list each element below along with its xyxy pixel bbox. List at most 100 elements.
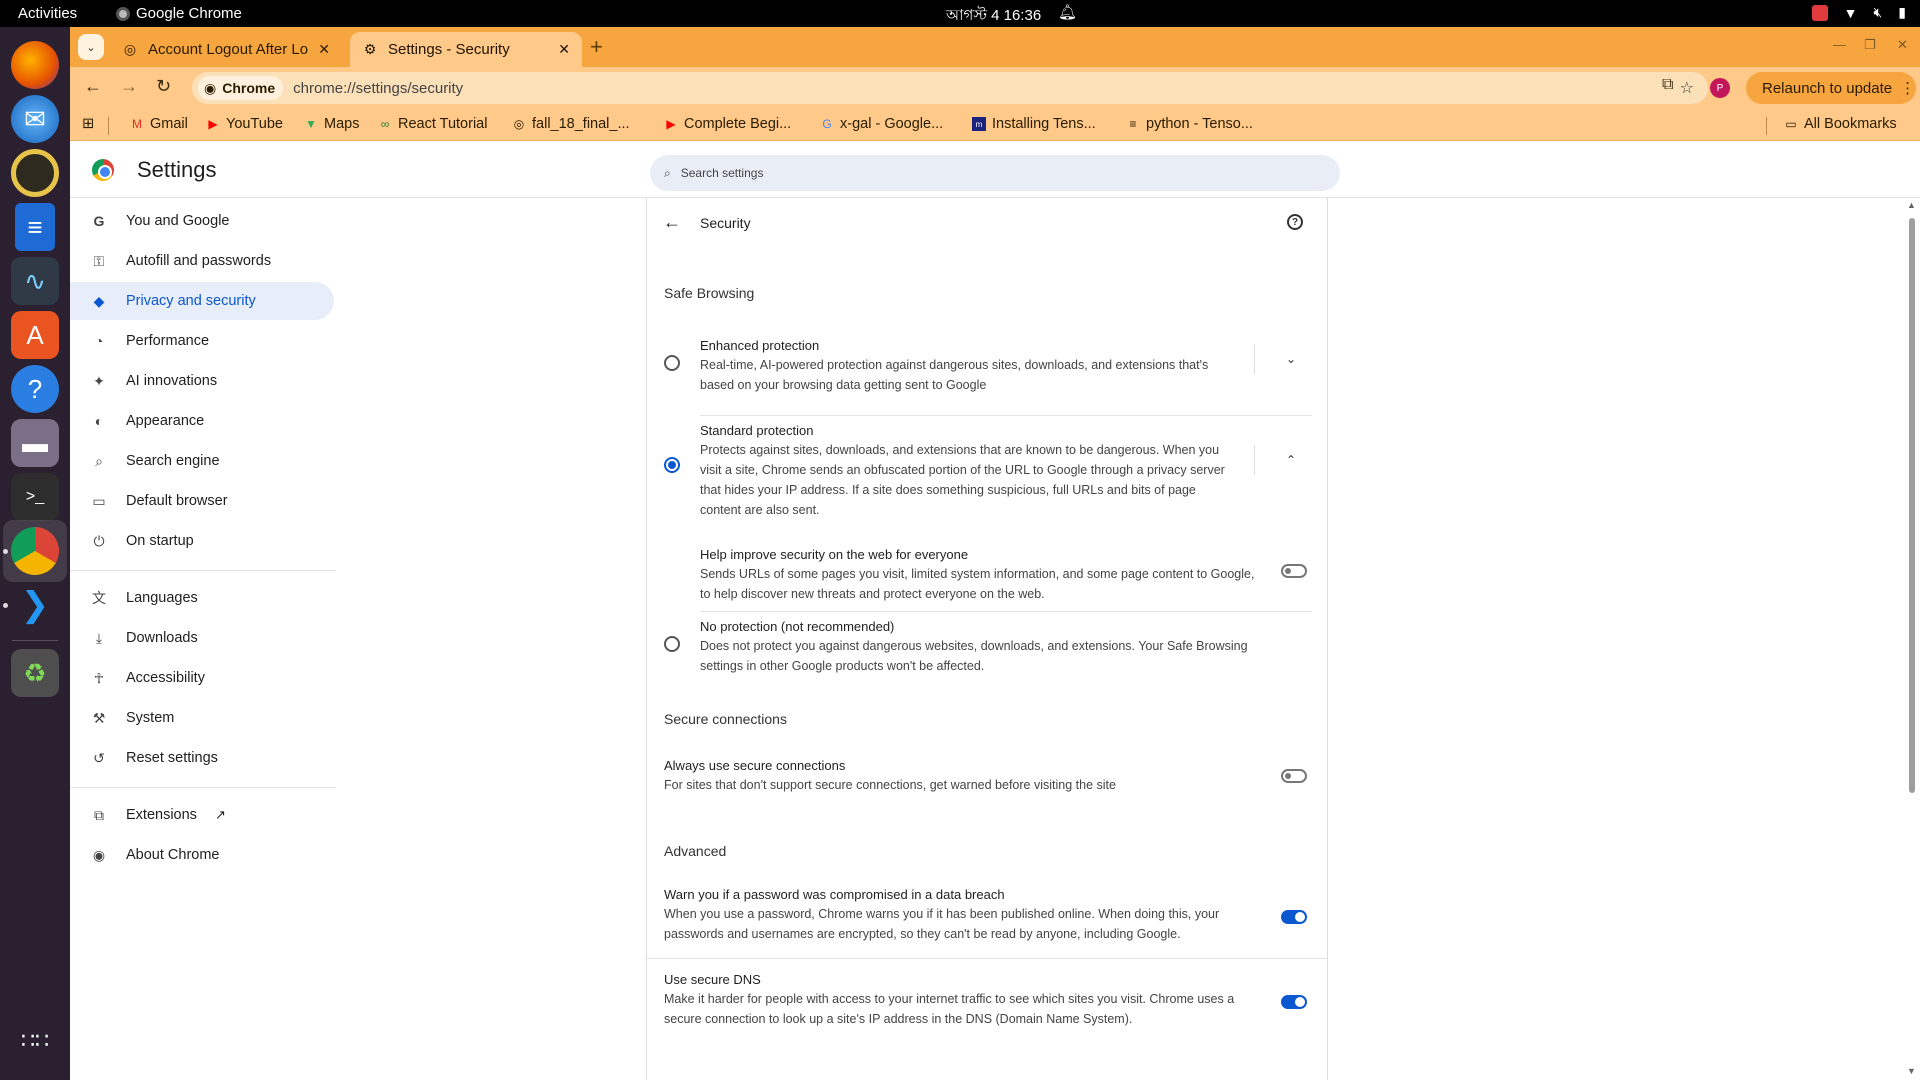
sidebar-item-search-engine[interactable]: ⌕ Search engine: [70, 442, 334, 480]
sidebar-item-autofill[interactable]: ⚿ Autofill and passwords: [70, 242, 334, 280]
bookmark-react-tutorial[interactable]: ∞ React Tutorial: [378, 116, 488, 132]
reload-icon[interactable]: ↻: [156, 76, 171, 97]
scrollbar-thumb[interactable]: [1909, 218, 1915, 793]
sidebar-item-downloads[interactable]: ⤓ Downloads: [70, 619, 334, 657]
no-protection-radio[interactable]: [664, 636, 680, 652]
site-info-chip[interactable]: ◉ Chrome: [198, 76, 284, 100]
tab-settings-security[interactable]: ⚙ Settings - Security ✕: [350, 32, 582, 67]
bookmark-maps[interactable]: ▼ Maps: [304, 116, 359, 132]
bookmark-youtube[interactable]: ▶ YouTube: [206, 116, 283, 132]
clock[interactable]: আগস্ট 4 16:36: [946, 4, 1041, 29]
sidebar-item-label: Appearance: [126, 413, 205, 429]
tab-title: Settings - Security: [388, 41, 510, 58]
sidebar-item-appearance[interactable]: ◐ Appearance: [70, 402, 334, 440]
search-input[interactable]: [680, 166, 1281, 180]
search-settings-box[interactable]: ⌕: [650, 155, 1340, 191]
rhythmbox-icon[interactable]: [11, 149, 59, 197]
screen-record-icon: [1811, 4, 1828, 21]
sidebar-item-you-and-google[interactable]: G You and Google: [70, 202, 334, 240]
files-icon[interactable]: ▬: [11, 419, 59, 467]
tab-search-button[interactable]: ⌄: [78, 34, 104, 60]
help-icon[interactable]: ?: [11, 365, 59, 413]
activities-button[interactable]: Activities: [18, 5, 77, 22]
extensions-puzzle-icon[interactable]: ⧉: [1662, 76, 1673, 94]
secure-dns-row[interactable]: Use secure DNS Make it harder for people…: [647, 972, 1327, 1032]
relaunch-button[interactable]: Relaunch to update ⋮: [1746, 72, 1916, 104]
profile-avatar[interactable]: P: [1710, 78, 1730, 98]
help-icon[interactable]: ?: [1287, 214, 1303, 230]
all-bookmarks-button[interactable]: ▭ All Bookmarks: [1784, 116, 1896, 132]
help-improve-toggle[interactable]: [1281, 564, 1307, 578]
vscode-icon[interactable]: ❯: [11, 581, 59, 629]
sidebar-item-label: Autofill and passwords: [126, 253, 272, 269]
sidebar-item-default-browser[interactable]: ▭ Default browser: [70, 482, 334, 520]
breach-warning-row[interactable]: Warn you if a password was compromised i…: [647, 887, 1327, 947]
wrench-icon: ⚒: [92, 709, 106, 726]
scroll-up-arrow[interactable]: ▲: [1907, 200, 1916, 210]
close-icon[interactable]: ✕: [318, 41, 330, 58]
show-apps-icon[interactable]: ∷∷: [11, 1017, 59, 1065]
forward-icon[interactable]: →: [120, 76, 138, 97]
secure-dns-toggle[interactable]: [1281, 995, 1307, 1009]
bookmark-star-icon[interactable]: ☆: [1680, 78, 1694, 98]
sidebar-item-privacy[interactable]: ◆ Privacy and security: [70, 282, 334, 320]
bookmark-gmail[interactable]: M Gmail: [130, 116, 188, 132]
row-description: For sites that don't support secure conn…: [664, 778, 1116, 792]
minimize-icon[interactable]: —: [1833, 37, 1846, 52]
settings-sidebar: G You and Google ⚿ Autofill and passwords …: [70, 198, 350, 1078]
trash-icon[interactable]: ♻: [11, 649, 59, 697]
standard-protection-radio[interactable]: [664, 457, 680, 473]
sidebar-item-ai-innovations[interactable]: ✦ AI innovations: [70, 362, 334, 400]
thunderbird-icon[interactable]: ✉: [11, 95, 59, 143]
breach-warning-toggle[interactable]: [1281, 910, 1307, 924]
terminal-icon[interactable]: >_: [11, 473, 59, 521]
scroll-down-arrow[interactable]: ▼: [1907, 1066, 1916, 1076]
back-icon[interactable]: ←: [84, 76, 102, 97]
sidebar-item-about-chrome[interactable]: ◉ About Chrome: [70, 836, 334, 874]
page-scrollbar[interactable]: ▲ ▼: [1906, 198, 1918, 1080]
bookmark-x-gal[interactable]: Gx-gal - Google...: [820, 116, 943, 132]
sidebar-item-reset-settings[interactable]: ↺ Reset settings: [70, 739, 334, 777]
bookmark-installing-tens[interactable]: m Installing Tens...: [972, 116, 1096, 132]
close-icon[interactable]: ✕: [558, 41, 570, 58]
close-window-icon[interactable]: ✕: [1897, 37, 1908, 53]
bookmark-fall-18[interactable]: ◎ fall_18_final_...: [512, 116, 630, 132]
sidebar-item-system[interactable]: ⚒ System: [70, 699, 334, 737]
sidebar-item-accessibility[interactable]: ☥ Accessibility: [70, 659, 334, 697]
standard-protection-option[interactable]: Standard protection Protects against sit…: [664, 423, 1312, 523]
chrome-icon: ◉: [92, 846, 106, 863]
chrome-window: ⌄ ◎ Account Logout After Lo ✕ ⚙ Settings…: [70, 27, 1920, 1080]
chrome-icon[interactable]: [11, 527, 59, 575]
sidebar-item-performance[interactable]: ◔ Performance: [70, 322, 334, 360]
tab-account-logout[interactable]: ◎ Account Logout After Lo ✕: [110, 32, 342, 67]
row-title: Always use secure connections: [664, 758, 846, 773]
app-center-icon[interactable]: A: [11, 311, 59, 359]
system-monitor-icon[interactable]: ∿: [11, 257, 59, 305]
always-secure-toggle[interactable]: [1281, 769, 1307, 783]
sidebar-item-languages[interactable]: 文 Languages: [70, 579, 334, 617]
maximize-icon[interactable]: ❐: [1864, 37, 1876, 53]
back-arrow-icon[interactable]: ←: [663, 212, 681, 233]
bookmark-complete-begi[interactable]: ▶ Complete Begi...: [664, 116, 791, 132]
writer-icon[interactable]: ≡: [15, 203, 55, 251]
app-menu[interactable]: Google Chrome: [116, 5, 242, 22]
sidebar-item-on-startup[interactable]: ⏻ On startup: [70, 522, 334, 560]
system-tray[interactable]: ▼ 🔇︎ ▮: [1811, 4, 1906, 21]
option-description: Real-time, AI-powered protection against…: [700, 358, 1209, 392]
reset-icon: ↺: [93, 749, 105, 766]
no-protection-option[interactable]: No protection (not recommended) Does not…: [664, 619, 1312, 679]
sidebar-item-extensions[interactable]: ⧉ Extensions ↗: [70, 796, 334, 834]
apps-grid-icon[interactable]: ⊞: [82, 116, 94, 132]
address-bar[interactable]: ◉ Chrome chrome://settings/security ☆: [192, 72, 1708, 104]
sidebar-item-label: Reset settings: [126, 750, 218, 766]
help-improve-row[interactable]: Help improve security on the web for eve…: [664, 547, 1312, 607]
enhanced-protection-option[interactable]: Enhanced protection Real-time, AI-powere…: [664, 338, 1312, 408]
chevron-down-icon[interactable]: ⌄: [1286, 352, 1296, 366]
chevron-up-icon[interactable]: ⌃: [1286, 453, 1296, 467]
enhanced-protection-radio[interactable]: [664, 355, 680, 371]
bookmark-python-tenso[interactable]: ≡ python - Tenso...: [1126, 116, 1252, 132]
new-tab-button[interactable]: +: [590, 34, 603, 60]
firefox-icon[interactable]: [11, 41, 59, 89]
download-icon: ⤓: [95, 629, 103, 646]
always-secure-row[interactable]: Always use secure connections For sites …: [647, 758, 1327, 810]
